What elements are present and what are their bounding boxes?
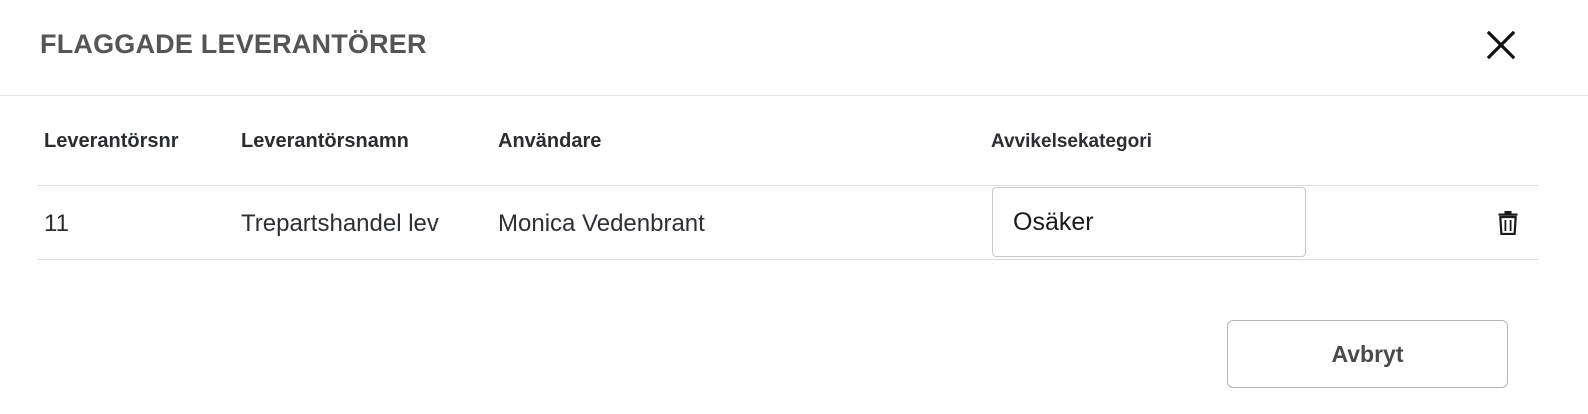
close-button[interactable] (1478, 22, 1524, 68)
table-row: 11 Trepartshandel lev Monica Vedenbrant … (38, 186, 1538, 260)
flagged-suppliers-table: Leverantörsnr Leverantörsnamn Användare … (38, 96, 1538, 260)
column-header-supplier-name: Leverantörsnamn (241, 130, 409, 152)
supplier-name-cell: Trepartshandel lev (241, 210, 439, 237)
column-header-deviation-category: Avvikelsekategori (991, 131, 1152, 152)
delete-row-button[interactable] (1496, 210, 1520, 236)
deviation-category-select[interactable]: Osäker (992, 187, 1306, 257)
column-header-supplier-nr: Leverantörsnr (44, 130, 179, 152)
flagged-suppliers-dialog: FLAGGADE LEVERANTÖRER Leverantörsnr Leve… (0, 0, 1588, 414)
user-cell: Monica Vedenbrant (498, 210, 705, 237)
deviation-category-value: Osäker (1013, 207, 1094, 236)
supplier-nr-cell: 11 (44, 210, 69, 237)
dialog-title: FLAGGADE LEVERANTÖRER (40, 29, 427, 59)
dialog-header: FLAGGADE LEVERANTÖRER (0, 0, 1588, 96)
column-header-user: Användare (498, 130, 602, 152)
cancel-button[interactable]: Avbryt (1227, 320, 1508, 388)
trash-icon (1498, 211, 1518, 235)
table-header-row: Leverantörsnr Leverantörsnamn Användare … (38, 96, 1538, 186)
close-icon (1486, 30, 1516, 60)
